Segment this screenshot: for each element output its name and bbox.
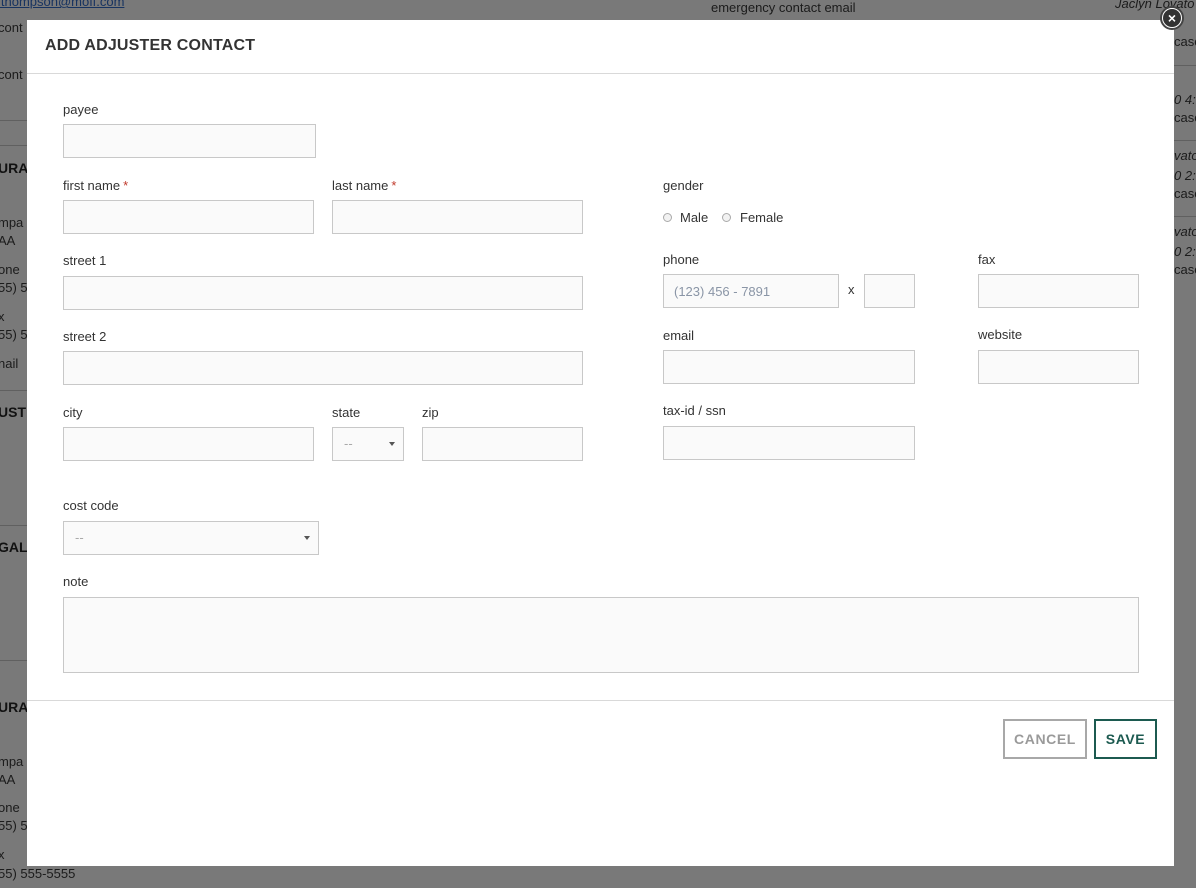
cost-code-select[interactable]: -- [63, 521, 319, 555]
phone-label: phone [663, 252, 700, 267]
payee-label: payee [63, 102, 99, 117]
first-name-input[interactable] [63, 200, 314, 234]
state-select-value: -- [344, 436, 353, 451]
street1-label: street 1 [63, 253, 107, 268]
last-name-label: last name * [332, 178, 396, 193]
save-button[interactable]: SAVE [1094, 719, 1157, 759]
gender-male-label[interactable]: Male [680, 210, 708, 225]
fax-input[interactable] [978, 274, 1139, 308]
close-button[interactable]: × [1160, 6, 1184, 30]
gender-label: gender [663, 178, 704, 193]
add-adjuster-contact-modal: ADD ADJUSTER CONTACT payee first name * l… [27, 20, 1174, 866]
gender-female-radio[interactable] [722, 213, 731, 222]
first-name-label: first name * [63, 178, 128, 193]
first-name-label-text: first name [63, 178, 121, 193]
state-label: state [332, 405, 361, 420]
zip-input[interactable] [422, 427, 583, 461]
street1-input[interactable] [63, 276, 583, 310]
modal-title: ADD ADJUSTER CONTACT [45, 37, 256, 54]
phone-input[interactable] [663, 274, 839, 308]
fax-label: fax [978, 252, 996, 267]
website-label: website [978, 327, 1023, 342]
gender-female-label[interactable]: Female [740, 210, 783, 225]
required-marker: * [391, 178, 397, 193]
chevron-down-icon [389, 442, 395, 446]
cost-code-select-value: -- [75, 530, 84, 545]
zip-label: zip [422, 405, 439, 420]
last-name-input[interactable] [332, 200, 583, 234]
state-select[interactable]: -- [332, 427, 404, 461]
required-marker: * [123, 178, 129, 193]
cost-code-label: cost code [63, 498, 119, 513]
tax-id-input[interactable] [663, 426, 915, 460]
website-input[interactable] [978, 350, 1139, 384]
footer-divider [27, 700, 1174, 701]
note-label: note [63, 574, 89, 589]
last-name-label-text: last name [332, 178, 389, 193]
phone-ext-separator: x [848, 282, 855, 297]
modal-header: ADD ADJUSTER CONTACT [27, 20, 1174, 74]
close-icon: × [1163, 9, 1181, 27]
street2-label: street 2 [63, 329, 107, 344]
gender-male-radio[interactable] [663, 213, 672, 222]
email-input[interactable] [663, 350, 915, 384]
note-textarea[interactable] [63, 597, 1139, 673]
phone-ext-input[interactable] [864, 274, 915, 308]
email-label: email [663, 328, 695, 343]
street2-input[interactable] [63, 351, 583, 385]
payee-input[interactable] [63, 124, 316, 158]
chevron-down-icon [304, 536, 310, 540]
city-label: city [63, 405, 83, 420]
cancel-button[interactable]: CANCEL [1003, 719, 1087, 759]
tax-id-label: tax-id / ssn [663, 403, 726, 418]
city-input[interactable] [63, 427, 314, 461]
